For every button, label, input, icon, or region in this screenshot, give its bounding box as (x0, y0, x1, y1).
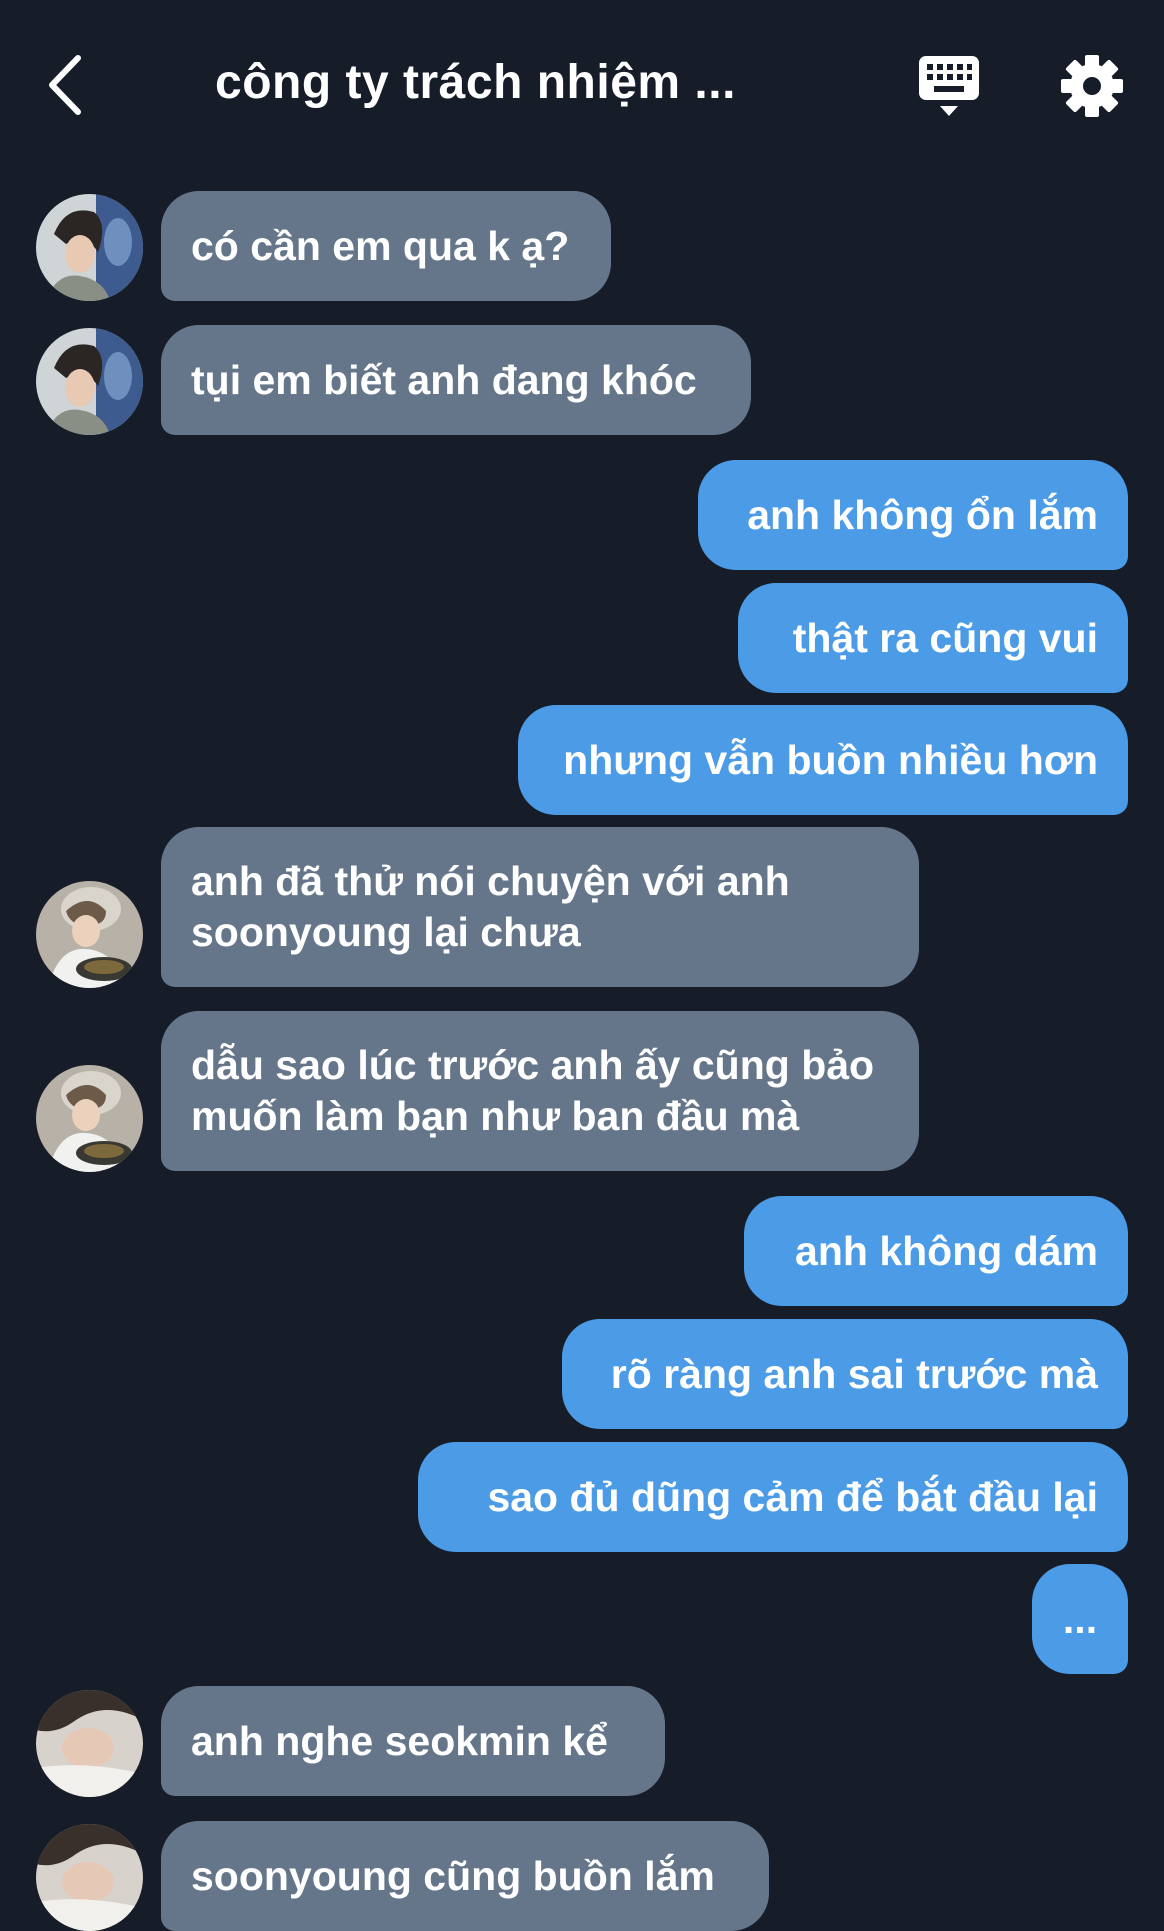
chevron-left-icon (49, 55, 81, 115)
avatar-photo (36, 194, 143, 301)
back-button[interactable] (40, 50, 90, 120)
avatar-photo (36, 1065, 143, 1172)
avatar[interactable] (36, 1065, 143, 1172)
chat-title[interactable]: công ty trách nhiệm ... (215, 52, 805, 114)
message-bubble-outgoing[interactable]: anh không dám (744, 1196, 1128, 1306)
message-bubble-incoming[interactable]: dẫu sao lúc trước anh ấy cũng bảo muốn l… (161, 1011, 919, 1171)
message-bubble-outgoing[interactable]: ... (1032, 1564, 1128, 1674)
message-bubble-outgoing[interactable]: sao đủ dũng cảm để bắt đầu lại (418, 1442, 1128, 1552)
avatar-photo (36, 328, 143, 435)
avatar-photo (36, 881, 143, 988)
avatar[interactable] (36, 194, 143, 301)
avatar[interactable] (36, 1824, 143, 1931)
message-bubble-outgoing[interactable]: anh không ổn lắm (698, 460, 1128, 570)
settings-button[interactable] (1060, 54, 1124, 118)
avatar[interactable] (36, 328, 143, 435)
message-bubble-outgoing[interactable]: nhưng vẫn buồn nhiều hơn (518, 705, 1128, 815)
message-bubble-incoming[interactable]: anh đã thử nói chuyện với anh soonyoung … (161, 827, 919, 987)
avatar-photo (36, 1824, 143, 1931)
avatar[interactable] (36, 881, 143, 988)
gear-icon (1061, 55, 1123, 117)
keyboard-icon (919, 56, 979, 116)
chat-header: công ty trách nhiệm ... (0, 0, 1164, 170)
message-bubble-incoming[interactable]: có cần em qua k ạ? (161, 191, 611, 301)
message-bubble-incoming[interactable]: tụi em biết anh đang khóc (161, 325, 751, 435)
avatar[interactable] (36, 1690, 143, 1797)
message-bubble-outgoing[interactable]: thật ra cũng vui (738, 583, 1128, 693)
keyboard-button[interactable] (918, 54, 980, 120)
message-bubble-outgoing[interactable]: rõ ràng anh sai trước mà (562, 1319, 1128, 1429)
message-bubble-incoming[interactable]: soonyoung cũng buồn lắm (161, 1821, 769, 1931)
avatar-photo (36, 1690, 143, 1797)
message-bubble-incoming[interactable]: anh nghe seokmin kể (161, 1686, 665, 1796)
